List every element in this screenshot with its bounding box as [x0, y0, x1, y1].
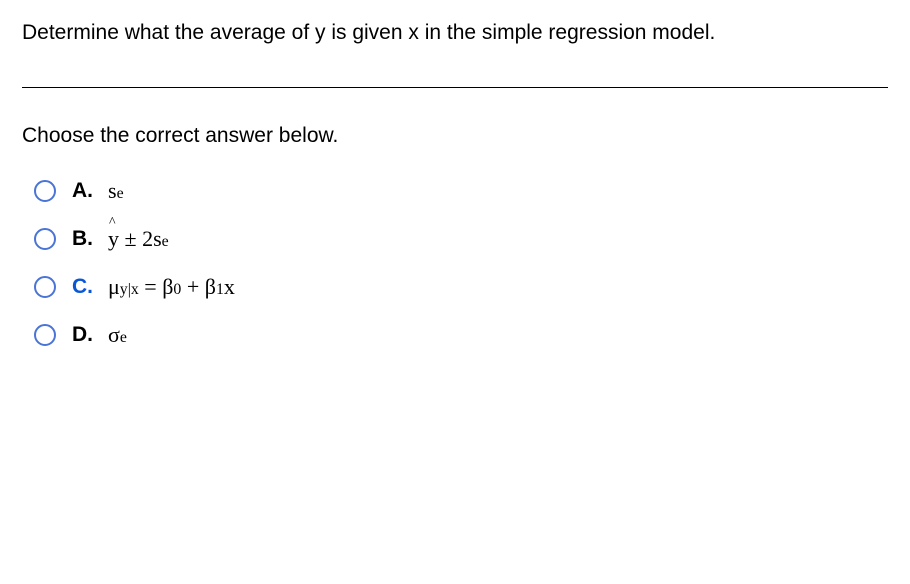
option-a-letter: A.: [72, 179, 96, 203]
option-b-formula: ^y ± 2se: [108, 226, 169, 252]
radio-b[interactable]: [34, 228, 56, 250]
divider: [22, 87, 888, 88]
answer-prompt: Choose the correct answer below.: [22, 124, 888, 148]
radio-d[interactable]: [34, 324, 56, 346]
option-b[interactable]: B. ^y ± 2se: [34, 226, 888, 252]
option-c-letter: C.: [72, 275, 96, 299]
option-d-letter: D.: [72, 323, 96, 347]
option-d[interactable]: D. σe: [34, 322, 888, 348]
question-text: Determine what the average of y is given…: [22, 18, 888, 47]
radio-c[interactable]: [34, 276, 56, 298]
option-d-formula: σe: [108, 322, 127, 348]
option-b-letter: B.: [72, 227, 96, 251]
option-a[interactable]: A. se: [34, 178, 888, 204]
radio-a[interactable]: [34, 180, 56, 202]
options-group: A. se B. ^y ± 2se C. μy|x = β0 + β1x D. …: [22, 178, 888, 348]
option-c-formula: μy|x = β0 + β1x: [108, 274, 235, 300]
option-a-formula: se: [108, 178, 124, 204]
option-c[interactable]: C. μy|x = β0 + β1x: [34, 274, 888, 300]
